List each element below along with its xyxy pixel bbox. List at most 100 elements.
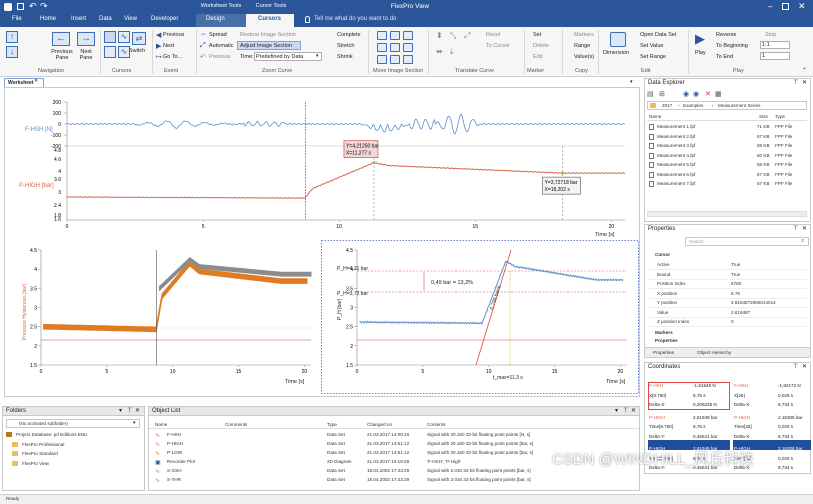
copy-markers-button[interactable]: Markers bbox=[574, 32, 594, 38]
adjust-image-section-button[interactable]: Adjust Image Section bbox=[240, 43, 292, 49]
property-row[interactable]: Z position index 0 bbox=[647, 318, 807, 327]
file-row[interactable]: Measurement 7.fpf 57 KB FPF File bbox=[647, 180, 807, 189]
file-row[interactable]: Measurement 2.fpf 67 KB FPF File bbox=[647, 133, 807, 142]
set-range-button[interactable]: Set Range bbox=[640, 54, 666, 60]
collapse-ribbon-icon[interactable]: ⌃ bbox=[802, 67, 807, 74]
column-contents[interactable]: Contents bbox=[427, 422, 445, 427]
automatic-icon[interactable]: ⤢ bbox=[200, 42, 206, 50]
tab-data[interactable]: Data bbox=[99, 16, 112, 22]
previous-pane-button[interactable]: ← bbox=[52, 32, 70, 46]
file-row[interactable]: Measurement 3.fpf 69 KB FPF File bbox=[647, 142, 807, 151]
folder-item[interactable]: FlexPro Professional bbox=[12, 441, 142, 450]
path-segment-1[interactable]: 2017 bbox=[662, 103, 672, 108]
chart-left[interactable]: Pressure Hysteresis [bar] Time [s] 4.5 4 3… bbox=[5, 240, 319, 394]
to-beginning-button[interactable]: To Beginning bbox=[716, 43, 748, 49]
previous-pane-label[interactable]: Previous Pane bbox=[50, 49, 74, 61]
restore-image-section-button[interactable]: Restore Image Section bbox=[240, 32, 296, 38]
column-comments[interactable]: Comments bbox=[225, 422, 247, 427]
translate-up-icon[interactable]: ⬍ bbox=[436, 31, 443, 40]
cursor2-point[interactable] bbox=[560, 171, 564, 175]
open-data-set-button[interactable]: Open Data Set bbox=[640, 32, 676, 38]
spread-button[interactable]: Spread bbox=[209, 32, 227, 38]
switch-label[interactable]: Switch bbox=[129, 48, 145, 54]
folder-item[interactable]: FlexPro Standard bbox=[12, 450, 142, 459]
next-pane-button[interactable]: → bbox=[77, 32, 95, 46]
properties-search[interactable]: Search ⌕ bbox=[685, 237, 809, 246]
path-bar[interactable]: 2017 › Examples › Measurement Series bbox=[647, 101, 807, 110]
object-row[interactable]: ∿ F-HSH Data Set 21.03.2017 14:09:16 Signal … bbox=[149, 431, 639, 440]
translate-diag-2-icon[interactable]: ⤢ bbox=[464, 31, 470, 41]
nav-left-arrow-icon[interactable]: ↑ bbox=[6, 31, 18, 43]
column-object-type[interactable]: Type bbox=[327, 422, 337, 427]
to-cursor-button[interactable]: To Cursor bbox=[486, 43, 510, 49]
coordinates-pin-icon[interactable]: ⊤ bbox=[793, 363, 798, 370]
move-up-left-icon[interactable] bbox=[377, 31, 387, 40]
file-row[interactable]: Measurement 1.fpf 71 KB FPF File bbox=[647, 123, 807, 132]
play-icon[interactable]: ▶ bbox=[695, 31, 705, 47]
column-type[interactable]: Type bbox=[775, 114, 785, 119]
shrink-button[interactable]: Shrink bbox=[337, 54, 353, 60]
marker-delete-button[interactable]: Delete bbox=[533, 43, 549, 49]
column-changed-on[interactable]: Changed on bbox=[367, 422, 392, 427]
chart-right[interactable]: P_H [bar] Time [s] 4.543.532.521.5 0 5 10 1… bbox=[321, 240, 639, 394]
worksheet-tab-close-icon[interactable]: ✕ bbox=[34, 78, 38, 84]
new-folder-icon[interactable]: ⊞ bbox=[659, 90, 665, 98]
cursor-wave-icon[interactable]: ∿ bbox=[118, 31, 130, 43]
properties-close-icon[interactable]: ✕ bbox=[802, 225, 807, 232]
spread-icon[interactable]: ⇔ bbox=[200, 31, 207, 38]
close-button[interactable]: ✕ bbox=[798, 1, 806, 12]
data-explorer-close-icon[interactable]: ✕ bbox=[802, 79, 807, 86]
column-size[interactable]: Size bbox=[759, 114, 768, 119]
property-row[interactable]: Active True bbox=[647, 261, 807, 270]
event-next-icon[interactable]: ▶ bbox=[156, 42, 161, 50]
data-explorer-scrollbar[interactable] bbox=[647, 211, 807, 217]
stop-button[interactable]: Stop bbox=[765, 32, 776, 38]
event-previous-button[interactable]: Previous bbox=[163, 32, 184, 38]
search-icon[interactable]: ⌕ bbox=[801, 238, 804, 245]
tab-object-hierarchy[interactable]: Object Hierarchy bbox=[697, 350, 731, 355]
stretch-button[interactable]: Stretch bbox=[337, 43, 354, 49]
tab-view[interactable]: View bbox=[124, 16, 137, 22]
marker-set-button[interactable]: Set bbox=[533, 32, 541, 38]
delete-icon[interactable]: ✕ bbox=[705, 90, 711, 98]
move-up-icon[interactable] bbox=[390, 31, 400, 40]
file-row[interactable]: Measurement 5.fpf 65 KB FPF File bbox=[647, 161, 807, 170]
goto-icon[interactable]: ↦ bbox=[156, 53, 162, 61]
tab-home[interactable]: Home bbox=[40, 16, 56, 22]
path-segment-3[interactable]: Measurement Series bbox=[718, 103, 760, 108]
folders-combo[interactable]: (No activated subfolder) ▾ bbox=[6, 419, 140, 428]
properties-section-cursor[interactable]: Cursor bbox=[655, 252, 670, 257]
translate-left-icon[interactable]: ⬌ bbox=[436, 47, 443, 56]
object-list-dropdown-icon[interactable]: ▾ bbox=[615, 407, 618, 414]
redo-icon[interactable]: ↷ bbox=[40, 1, 48, 12]
property-row[interactable]: Bound True bbox=[647, 271, 807, 280]
move-down-left-icon[interactable] bbox=[377, 55, 387, 64]
tab-insert[interactable]: Insert bbox=[71, 16, 86, 22]
complete-button[interactable]: Complete bbox=[337, 32, 361, 38]
folder-item[interactable]: Project Database: prl Editions ENU bbox=[6, 431, 136, 440]
property-row[interactable]: Value 2.619487 bbox=[647, 309, 807, 318]
cursor-mode-1-icon[interactable] bbox=[104, 31, 116, 43]
move-center-icon[interactable] bbox=[390, 43, 400, 52]
app-icon[interactable] bbox=[4, 3, 12, 11]
move-right-icon[interactable] bbox=[403, 43, 413, 52]
folders-close-icon[interactable]: ✕ bbox=[135, 407, 140, 414]
event-next-button[interactable]: Next bbox=[163, 43, 174, 49]
zoom-previous-button[interactable]: Previous bbox=[209, 54, 230, 60]
path-segment-2[interactable]: Examples bbox=[683, 103, 703, 108]
tab-design[interactable]: Design bbox=[206, 16, 225, 22]
maximize-button[interactable] bbox=[782, 3, 789, 10]
folder-item[interactable]: FlexPro View bbox=[12, 460, 142, 469]
nav-back-icon[interactable]: ◉ bbox=[683, 90, 689, 98]
zoom-previous-icon[interactable]: ↶ bbox=[200, 53, 206, 61]
column-name[interactable]: Name bbox=[649, 114, 661, 119]
reverse-button[interactable]: Reverse bbox=[716, 32, 736, 38]
properties-section-markers[interactable]: Markers bbox=[655, 330, 673, 335]
view-icon[interactable]: ▦ bbox=[715, 90, 722, 98]
cursor1-point[interactable] bbox=[372, 161, 376, 165]
switch-icon[interactable]: ⇄ bbox=[132, 32, 146, 45]
copy-range-button[interactable]: Range bbox=[574, 43, 590, 49]
event-previous-icon[interactable]: ◀ bbox=[156, 31, 161, 39]
cursor-mode-2-icon[interactable] bbox=[104, 46, 116, 58]
nav-down-arrow-icon[interactable]: ↓ bbox=[6, 46, 18, 58]
